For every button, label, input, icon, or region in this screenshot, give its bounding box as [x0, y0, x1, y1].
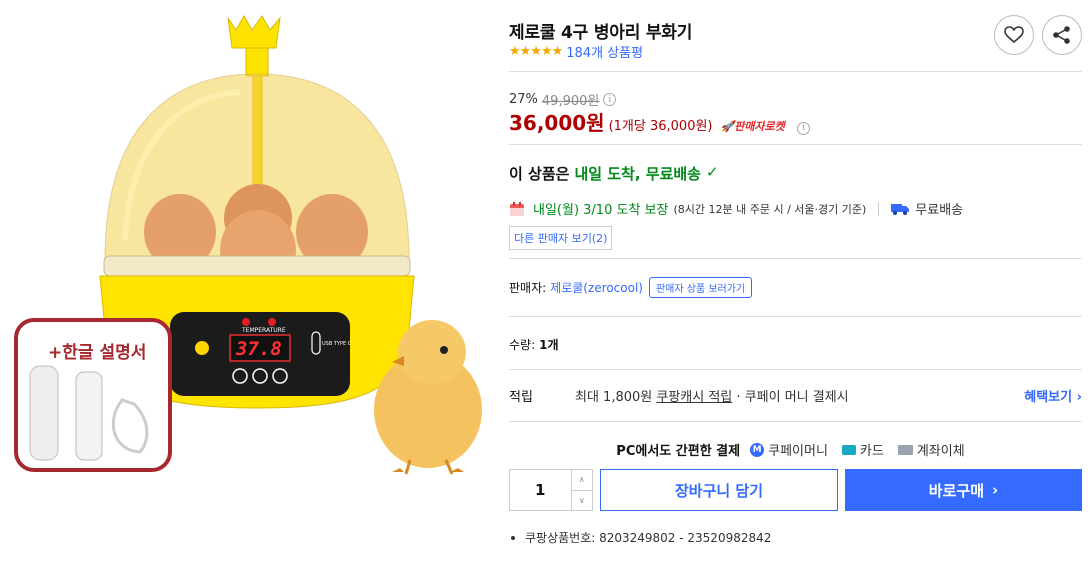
share-button[interactable] — [1042, 15, 1082, 55]
buy-now-label: 바로구매 — [928, 481, 984, 500]
divider — [509, 144, 1082, 145]
delivery-headline-highlight: 내일 도착, 무료배송 — [574, 165, 701, 183]
heart-icon — [1004, 26, 1024, 44]
add-to-cart-button[interactable]: 장바구니 담기 — [600, 469, 838, 511]
temperature-label: TEMPERATURE — [241, 327, 286, 334]
star-rating-icon: ★★★★★ — [509, 44, 563, 59]
seller-products-tooltip[interactable]: 판매자 상품 보러가기 — [648, 277, 753, 298]
delivery-headline: 이 상품은 내일 도착, 무료배송 ✓ — [509, 163, 719, 184]
payment-lead: PC에서도 간편한 결제 — [616, 444, 741, 459]
rating-row[interactable]: ★★★★★ 184개 상품평 — [509, 42, 643, 61]
truck-icon — [891, 203, 910, 215]
divider — [509, 316, 1082, 317]
payment-bank-transfer: 계좌이체 — [897, 440, 965, 459]
product-image[interactable]: TEMPERATURE 37.8 USB TYPE C +한글 설명서 — [0, 0, 495, 561]
calendar-icon — [510, 201, 524, 216]
usb-label: USB TYPE C — [322, 341, 352, 347]
product-detail-panel: 제로쿨 4구 병아리 부화기 ★★★★★ 184개 상품평 27% 49,900… — [509, 0, 1084, 561]
payment-card: 카드 — [841, 440, 884, 459]
payment-coupay-money: M 쿠페이머니 — [750, 440, 828, 459]
points-condition: · 쿠페이 머니 결제시 — [736, 390, 849, 405]
check-icon: ✓ — [705, 163, 719, 181]
delivery-date: 내일(월) 3/10 도착 보장 — [533, 203, 669, 218]
temperature-readout: 37.8 — [235, 338, 282, 360]
seller-row: 판매자: 제로쿨(zerocool) 판매자 상품 보러가기 — [509, 277, 753, 298]
delivery-row: 내일(월) 3/10 도착 보장 (8시간 12분 내 주문 시 / 서울·경기… — [509, 199, 963, 218]
other-sellers-button[interactable]: 다른 판매자 보기(2) — [509, 226, 613, 250]
indicator-light — [268, 318, 276, 326]
share-icon — [1053, 26, 1070, 44]
seller-label: 판매자: — [509, 281, 547, 295]
rocket-info-icon[interactable]: i — [796, 121, 810, 135]
discount-rate: 27% — [509, 92, 538, 107]
coupay-icon: M — [750, 442, 765, 457]
price-row: 36,000원 (1개당 36,000원) 🚀판매자로켓 i — [509, 107, 810, 136]
product-title: 제로쿨 4구 병아리 부화기 — [509, 23, 693, 43]
quantity-label: 수량: — [509, 338, 536, 352]
price-info-icon[interactable]: i — [603, 93, 617, 106]
payment-methods-row: PC에서도 간편한 결제 M 쿠페이머니 카드 계좌이체 — [509, 440, 1082, 459]
coupang-cash-link[interactable]: 쿠팡캐시 적립 — [656, 390, 732, 405]
unit-price: (1개당 36,000원) — [608, 119, 713, 134]
stepper-buttons: ∧ ∨ — [570, 470, 593, 511]
sale-price: 36,000원 — [509, 111, 605, 135]
delivery-headline-prefix: 이 상품은 — [509, 165, 570, 183]
increase-quantity-button[interactable]: ∧ — [572, 470, 593, 490]
chevron-right-icon: › — [992, 481, 999, 499]
quantity-summary: 수량: 1개 — [509, 336, 559, 353]
payment-method-label: 쿠페이머니 — [768, 444, 828, 459]
view-benefits-link[interactable]: 혜택보기 › — [1024, 386, 1082, 405]
divider — [509, 369, 1082, 370]
points-max: 최대 1,800원 — [575, 390, 653, 405]
divider — [509, 421, 1082, 422]
free-shipping-label: 무료배송 — [915, 203, 964, 218]
manual-badge-text: +한글 설명서 — [48, 343, 146, 363]
order-cutoff: (8시간 12분 내 주문 시 / 서울·경기 기준) — [673, 202, 867, 216]
product-code: 쿠팡상품번호: 8203249802 - 23520982842 — [525, 531, 772, 545]
payment-method-label: 계좌이체 — [916, 444, 965, 459]
points-title: 적립 — [509, 390, 533, 405]
light-bulb-icon — [195, 341, 209, 355]
quantity-value-text: 1개 — [539, 338, 559, 352]
seller-name-link[interactable]: 제로쿨(zerocool) — [550, 279, 643, 296]
wishlist-button[interactable] — [994, 15, 1034, 55]
points-description: 최대 1,800원 쿠팡캐시 적립 · 쿠페이 머니 결제시 — [575, 386, 849, 405]
points-row: 적립 최대 1,800원 쿠팡캐시 적립 · 쿠페이 머니 결제시 혜택보기 › — [509, 386, 1082, 405]
bank-transfer-icon — [897, 444, 913, 455]
separator — [878, 201, 880, 216]
indicator-light — [242, 318, 250, 326]
card-icon — [841, 444, 856, 455]
bullet — [511, 535, 515, 540]
buy-now-button[interactable]: 바로구매 › — [845, 469, 1082, 511]
divider — [509, 71, 1082, 72]
decrease-quantity-button[interactable]: ∨ — [571, 489, 592, 511]
quantity-input[interactable]: 1 — [510, 470, 571, 510]
review-count-link[interactable]: 184개 상품평 — [566, 42, 643, 61]
divider — [509, 258, 1082, 259]
product-code-row: 쿠팡상품번호: 8203249802 - 23520982842 — [509, 529, 771, 546]
payment-method-label: 카드 — [859, 444, 884, 459]
seller-rocket-badge: 🚀판매자로켓 — [720, 120, 785, 133]
quantity-stepper[interactable]: 1 ∧ ∨ — [509, 469, 593, 511]
